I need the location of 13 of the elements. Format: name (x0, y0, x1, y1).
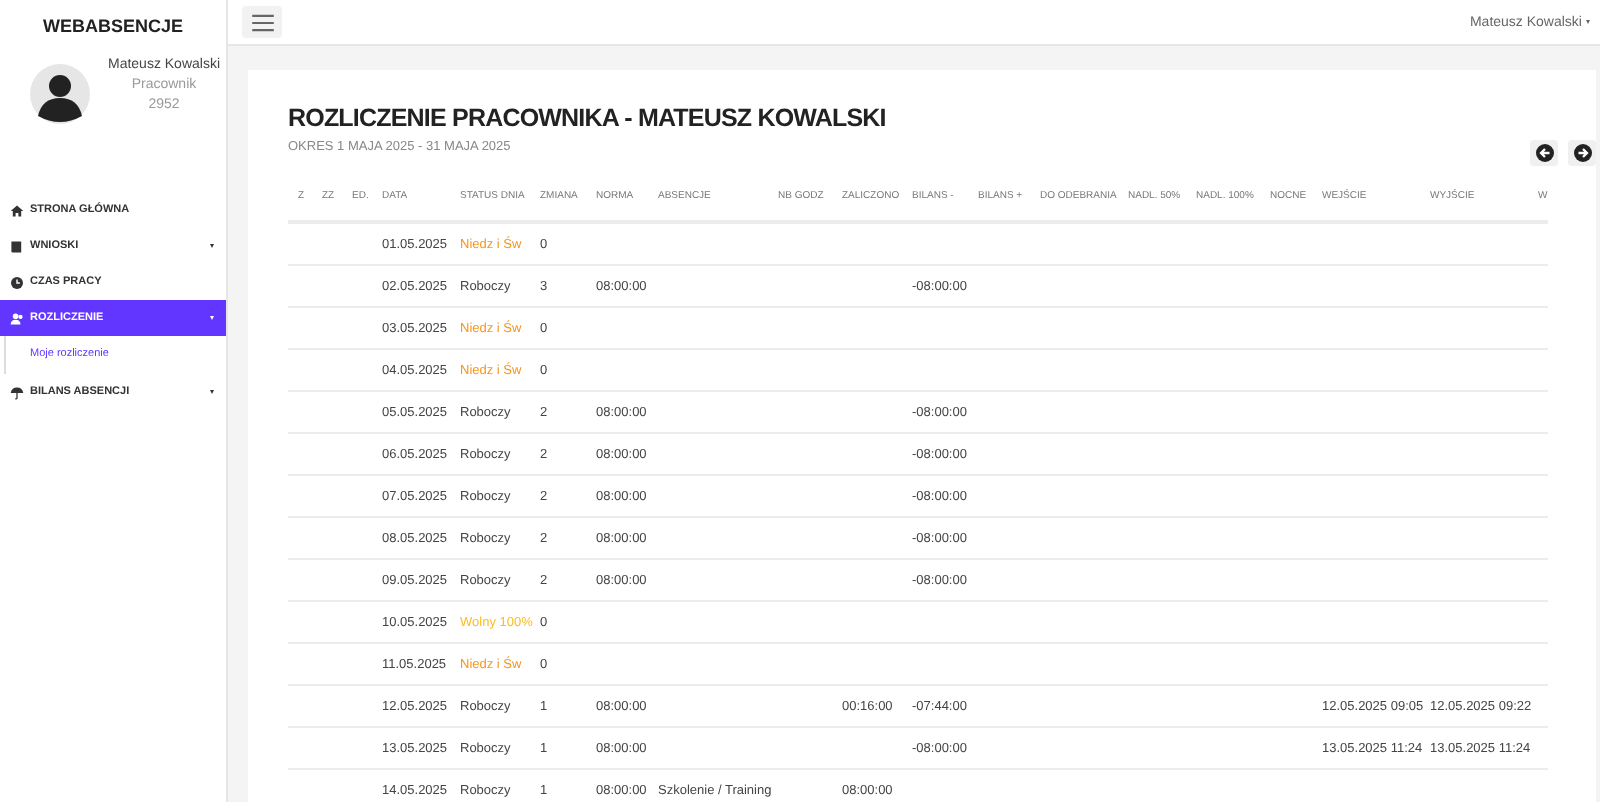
next-button[interactable] (1568, 140, 1596, 166)
users-icon (10, 311, 24, 325)
caret-icon (1586, 20, 1590, 24)
previous-button[interactable] (1530, 140, 1558, 166)
menu-button[interactable] (242, 6, 282, 38)
menu-icon (251, 13, 273, 31)
clock-icon (10, 275, 24, 289)
umbrella-icon (10, 385, 24, 399)
page-title: ROZLICZENIE PRACOWNIKA - MATEUSZ KOWALSKI (288, 104, 886, 132)
logo: WEBABSENCJE (40, 14, 185, 36)
avatar-icon (30, 64, 90, 124)
book-icon (10, 239, 24, 253)
home-icon (10, 203, 24, 217)
